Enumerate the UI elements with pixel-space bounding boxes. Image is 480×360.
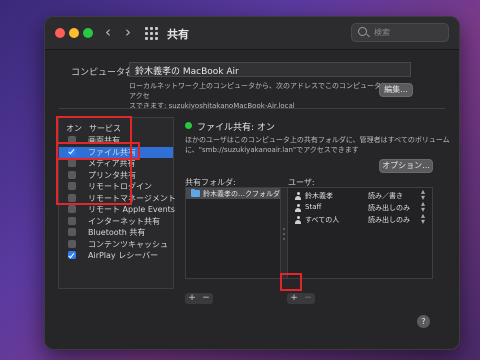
- zoom-window-button[interactable]: [83, 28, 93, 38]
- add-user-highlight-box: [280, 273, 302, 291]
- service-label: リモート Apple Events: [88, 205, 175, 214]
- popup-arrows-icon[interactable]: ▴ ▾: [421, 212, 425, 226]
- options-button[interactable]: オプション...: [379, 159, 433, 173]
- computer-name-field[interactable]: 鈴木義孝の MacBook Air: [129, 62, 411, 77]
- service-row[interactable]: Bluetooth 共有: [59, 227, 173, 238]
- add-user-button[interactable]: +: [287, 293, 301, 304]
- minimize-window-button[interactable]: [69, 28, 79, 38]
- service-checkbox[interactable]: [68, 216, 76, 225]
- help-button[interactable]: ?: [417, 315, 430, 328]
- window-title: 共有: [167, 28, 189, 41]
- file-sharing-description: ほかのユーザはこのコンピュータ上の共有フォルダに、管理者はすべてのボリューム に…: [185, 135, 455, 155]
- file-sharing-description-line2: に、"smb://suzukiyakanoair.lan"でアクセスできます: [185, 146, 359, 154]
- shared-folder-row[interactable]: 鈴木義孝の…クフォルダ: [186, 188, 280, 199]
- users-list: 鈴木義孝 読み／書き ▴ ▾ Staff 読み出しのみ ▴ ▾ すべての人 読み出しのみ ▴ ▾: [287, 187, 433, 279]
- service-label: Bluetooth 共有: [88, 228, 146, 237]
- search-icon: [358, 27, 367, 36]
- service-checkbox[interactable]: [68, 239, 76, 248]
- service-row[interactable]: リモート Apple Events: [59, 204, 175, 215]
- service-label: インターネット共有: [88, 216, 160, 226]
- close-window-button[interactable]: [55, 28, 65, 38]
- computer-name-description-line1: ローカルネットワーク上のコンピュータから、次のアドレスでこのコンピュータにアクセ: [129, 82, 388, 100]
- user-row[interactable]: 鈴木義孝 読み／書き ▴ ▾: [288, 188, 432, 202]
- forward-chevron-icon[interactable]: ›: [125, 23, 131, 41]
- shared-folders-list: 鈴木義孝の…クフォルダ: [185, 187, 281, 279]
- user-icon: [294, 204, 302, 212]
- services-highlight-box: [56, 116, 132, 205]
- permission-popup[interactable]: 読み出しのみ: [368, 215, 410, 225]
- divider: [59, 108, 445, 109]
- users-add-remove-group: + −: [287, 293, 315, 304]
- permission-popup[interactable]: 読み出しのみ: [368, 203, 410, 213]
- search-placeholder: 検索: [374, 28, 390, 37]
- file-sharing-highlight-box: [56, 142, 140, 160]
- remove-user-button[interactable]: −: [301, 293, 315, 304]
- edit-button[interactable]: 編集...: [379, 83, 413, 97]
- title-bar: ‹ › 共有 検索: [45, 17, 459, 50]
- permission-popup[interactable]: 読み／書き: [368, 191, 403, 201]
- search-field[interactable]: 検索: [351, 23, 449, 42]
- add-folder-button[interactable]: +: [185, 293, 199, 304]
- service-checkbox[interactable]: [68, 205, 76, 213]
- computer-name-label: コンピュータ名:: [71, 68, 138, 78]
- user-name: Staff: [305, 203, 322, 211]
- folder-icon: [191, 188, 200, 197]
- user-icon: [294, 192, 302, 200]
- service-row[interactable]: コンテンツキャッシュ: [59, 239, 173, 250]
- remove-folder-button[interactable]: −: [199, 293, 213, 304]
- service-row[interactable]: インターネット共有: [59, 216, 173, 227]
- computer-name-description-line2: スできます: suzukiyoshitakanoMacBook-Air.loca…: [129, 102, 295, 110]
- service-label: コンテンツキャッシュ: [88, 239, 168, 249]
- service-checkbox[interactable]: [68, 251, 76, 259]
- folders-add-remove-group: + −: [185, 293, 213, 304]
- shared-folder-name: 鈴木義孝の…クフォルダ: [203, 190, 280, 198]
- user-name: 鈴木義孝: [305, 192, 333, 200]
- show-all-grid-icon[interactable]: [145, 27, 158, 40]
- back-chevron-icon[interactable]: ‹: [105, 23, 111, 41]
- service-label: AirPlay レシーバー: [88, 251, 159, 260]
- user-name: すべての人: [305, 216, 340, 224]
- user-row[interactable]: Staff 読み出しのみ ▴ ▾: [288, 200, 432, 214]
- file-sharing-status: ファイル共有: オン: [197, 123, 275, 133]
- computer-name-description: ローカルネットワーク上のコンピュータから、次のアドレスでこのコンピュータにアクセ…: [129, 81, 389, 111]
- status-indicator-icon: [185, 122, 192, 129]
- service-checkbox[interactable]: [68, 228, 76, 236]
- user-icon: [294, 216, 302, 224]
- user-row[interactable]: すべての人 読み出しのみ ▴ ▾: [288, 212, 432, 226]
- service-row[interactable]: AirPlay レシーバー: [59, 250, 173, 261]
- file-sharing-description-line1: ほかのユーザはこのコンピュータ上の共有フォルダに、管理者はすべてのボリューム: [185, 136, 450, 144]
